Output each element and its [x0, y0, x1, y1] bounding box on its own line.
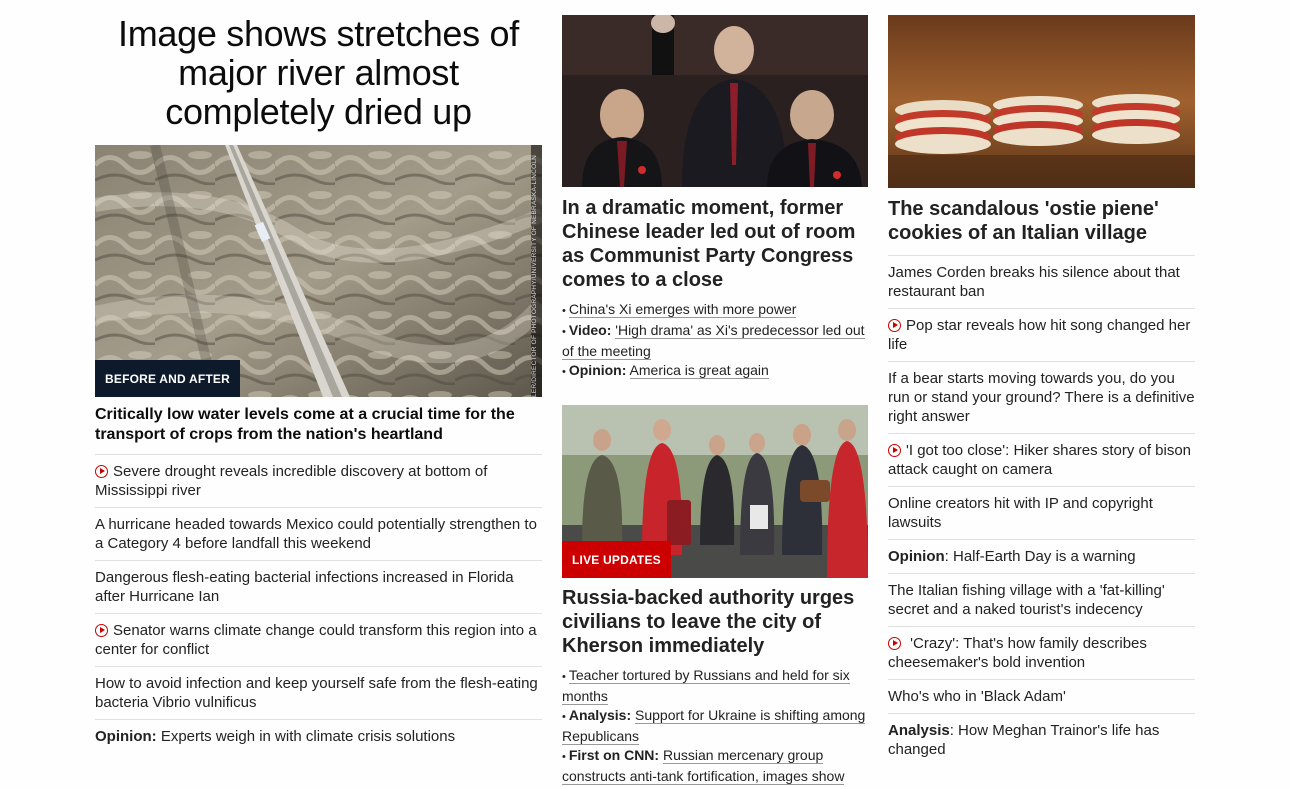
left-column: Image shows stretches of major river alm… — [95, 0, 542, 753]
middle-column: In a dramatic moment, former Chinese lea… — [562, 0, 868, 786]
kherson-related-links: • Teacher tortured by Russians and held f… — [562, 666, 868, 786]
main-headline[interactable]: Image shows stretches of major river alm… — [95, 14, 542, 131]
lead-story-title[interactable]: Critically low water levels come at a cr… — [95, 405, 542, 445]
cookies-photo — [888, 15, 1195, 188]
play-video-icon — [888, 319, 901, 332]
image-credit: LER/DIRECTOR OF PHOTOGRAPHY/UNIVERSITY O… — [531, 145, 542, 397]
analysis-label: Analysis — [888, 722, 950, 739]
china-story-title[interactable]: In a dramatic moment, former Chinese lea… — [562, 196, 868, 292]
list-item[interactable]: • Analysis: Support for Ukraine is shifti… — [562, 706, 868, 746]
list-item[interactable]: The Italian fishing village with a 'fat-… — [888, 573, 1195, 626]
opinion-label: Opinion: — [95, 728, 157, 745]
list-item[interactable]: Online creators hit with IP and copyrigh… — [888, 486, 1195, 539]
left-story-list: Severe drought reveals incredible discov… — [95, 454, 542, 753]
list-item[interactable]: A hurricane headed towards Mexico could … — [95, 507, 542, 560]
list-item[interactable]: • First on CNN: Russian mercenary group c… — [562, 746, 868, 786]
china-related-links: • China's Xi emerges with more power • Vid… — [562, 300, 868, 382]
list-item[interactable]: If a bear starts moving towards you, do … — [888, 361, 1195, 433]
play-video-icon — [888, 637, 901, 650]
cookies-story-title[interactable]: The scandalous 'ostie piene' cookies of … — [888, 197, 1195, 245]
list-item[interactable]: How to avoid infection and keep yourself… — [95, 666, 542, 719]
kherson-story-title[interactable]: Russia-backed authority urges civilians … — [562, 586, 868, 658]
list-item[interactable]: • Video: 'High drama' as Xi's predecessor… — [562, 321, 868, 361]
list-item[interactable]: Opinion: Half-Earth Day is a warning — [888, 539, 1195, 573]
list-item[interactable]: James Corden breaks his silence about th… — [888, 255, 1195, 308]
list-item[interactable]: 'I got too close': Hiker shares story of… — [888, 433, 1195, 486]
list-item[interactable]: Pop star reveals how hit song changed he… — [888, 308, 1195, 361]
list-item[interactable]: Severe drought reveals incredible discov… — [95, 454, 542, 507]
list-item[interactable]: • China's Xi emerges with more power — [562, 300, 868, 321]
party-congress-image[interactable] — [562, 15, 868, 187]
list-item[interactable]: Analysis: How Meghan Trainor's life has … — [888, 713, 1195, 766]
right-story-list: James Corden breaks his silence about th… — [888, 255, 1195, 766]
list-item[interactable]: 'Crazy': That's how family describes che… — [888, 626, 1195, 679]
before-after-badge: BEFORE AND AFTER — [95, 360, 240, 397]
congress-photo — [562, 15, 868, 187]
play-video-icon — [888, 444, 901, 457]
list-item[interactable]: Opinion: Experts weigh in with climate c… — [95, 719, 542, 753]
list-item[interactable]: • Teacher tortured by Russians and held f… — [562, 666, 868, 706]
list-item[interactable]: Senator warns climate change could trans… — [95, 613, 542, 666]
kherson-image[interactable]: LIVE UPDATES — [562, 405, 868, 578]
river-aerial-image[interactable]: LER/DIRECTOR OF PHOTOGRAPHY/UNIVERSITY O… — [95, 145, 542, 397]
right-column: The scandalous 'ostie piene' cookies of … — [888, 0, 1195, 766]
live-updates-badge: LIVE UPDATES — [562, 541, 671, 578]
cookies-image[interactable] — [888, 15, 1195, 188]
list-item[interactable]: Dangerous flesh-eating bacterial infecti… — [95, 560, 542, 613]
list-item[interactable]: • Opinion: America is great again — [562, 361, 868, 382]
play-video-icon — [95, 465, 108, 478]
opinion-label: Opinion — [888, 548, 945, 565]
list-item[interactable]: Who's who in 'Black Adam' — [888, 679, 1195, 713]
play-video-icon — [95, 624, 108, 637]
